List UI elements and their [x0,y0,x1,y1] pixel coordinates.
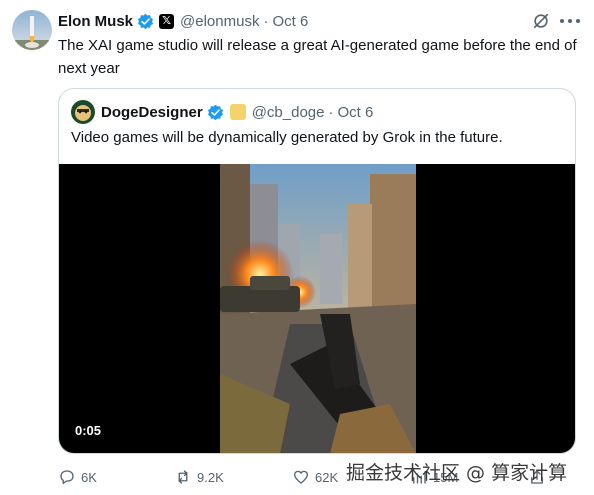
quoted-author-name[interactable]: DogeDesigner [101,104,203,121]
verified-badge-icon [138,13,154,29]
quoted-tweet[interactable]: DogeDesigner @cb_doge · Oct 6 Video game… [58,88,576,454]
separator-dot: · [263,12,269,30]
reply-count: 6K [81,469,97,485]
quoted-tweet-header: DogeDesigner @cb_doge · Oct 6 [71,100,373,124]
like-count: 62K [315,469,339,485]
author-avatar[interactable] [12,10,52,50]
repost-icon [178,470,188,484]
heart-icon [293,470,309,484]
tweet-date[interactable]: Oct 6 [272,13,308,30]
tweet-text: The XAI game studio will release a great… [58,37,577,77]
verified-badge-icon [207,104,223,120]
like-button[interactable]: 62K [292,468,338,486]
tweet-card: Elon Musk 𝕏 @elonmusk · Oct 6 The XAI ga… [0,0,594,495]
quoted-author-avatar [71,100,95,124]
video-player[interactable]: 0:05 [59,164,575,453]
video-frame-image [220,164,416,453]
grok-icon[interactable] [532,12,550,30]
quoted-tweet-text: Video games will be dynamically generate… [71,129,503,146]
more-options-icon[interactable] [560,12,580,30]
quoted-tweet-date[interactable]: Oct 6 [337,104,373,121]
author-name[interactable]: Elon Musk [58,13,133,30]
repost-button[interactable]: 9.2K [174,468,224,486]
separator-dot: · [328,103,334,121]
quoted-author-handle[interactable]: @cb_doge [252,104,325,121]
reply-button[interactable]: 6K [58,468,97,486]
tweet-header: Elon Musk 𝕏 @elonmusk · Oct 6 [58,11,308,31]
x-affiliation-icon: 𝕏 [159,13,175,29]
watermark-text: 掘金技术社区 @ 算家计算 [346,462,568,484]
video-timestamp: 0:05 [75,423,102,438]
doge-badge-icon [229,104,246,120]
repost-count: 9.2K [197,469,224,485]
author-handle[interactable]: @elonmusk [180,13,259,30]
reply-icon [60,470,74,485]
